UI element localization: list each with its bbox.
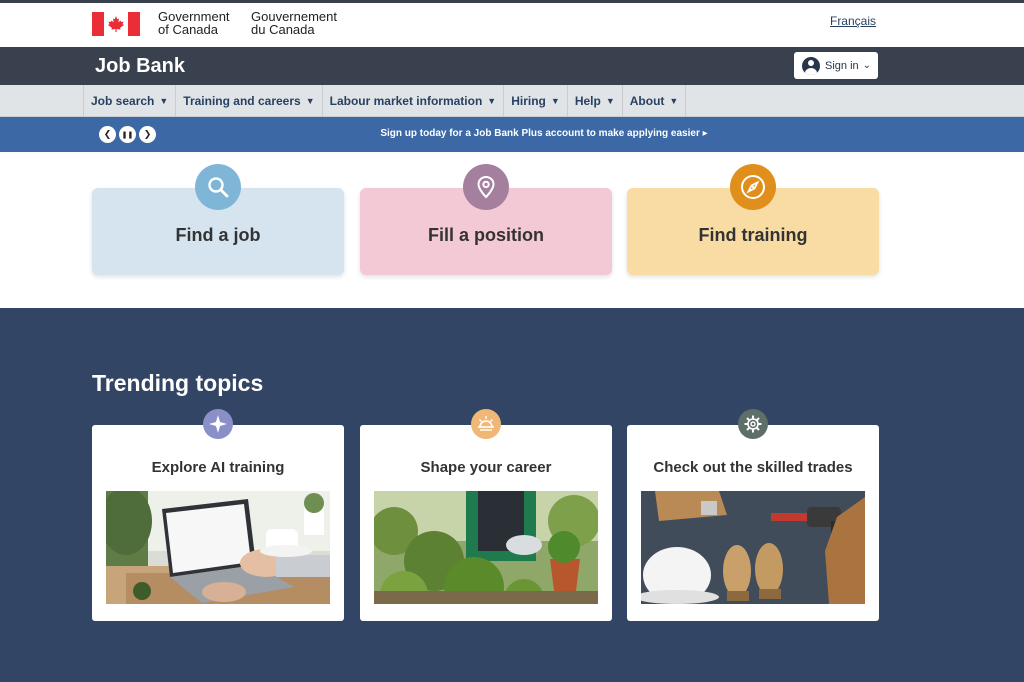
language-toggle-link[interactable]: Français [830,14,876,28]
menu-item-hiring[interactable]: Hiring ▼ [503,85,567,117]
card-label: Find training [698,225,808,245]
user-avatar-icon [802,56,820,75]
canada-flag-logo[interactable] [92,12,140,36]
menu-item-help[interactable]: Help ▼ [566,85,622,117]
chevron-down-icon: ▼ [305,96,315,106]
hero-section: Find a job Fill a position Find training [0,152,1024,309]
location-pin-icon [463,164,509,210]
menu-item-labour-market-information[interactable]: Labour market information ▼ [321,85,504,117]
app-title[interactable]: Job Bank [95,55,185,78]
topic-card-title: Explore AI training [151,459,285,476]
topic-card-shape-your-career[interactable]: Shape your career [360,425,612,621]
laptop-photo [106,491,330,604]
sunrise-icon [471,409,501,439]
promo-carousel: ❮ ❚❚ ❯ Sign up today for a Job Bank Plus… [0,117,1024,152]
main-menu: Job search ▼ Training and careers ▼ Labour… [0,85,1024,117]
topic-card-title: Check out the skilled trades [653,459,853,476]
menu-item-training-and-careers[interactable]: Training and careers ▼ [175,85,321,117]
app-bar: Job Bank Sign in ⌄ [0,47,1024,85]
sparkle-icon [203,409,233,439]
topic-card-ai-training[interactable]: Explore AI training [92,425,344,621]
card-label: Fill a position [428,225,544,245]
compass-icon [730,164,776,210]
gardening-photo [374,491,598,604]
chevron-down-icon: ▼ [159,96,169,106]
card-label: Find a job [175,225,261,245]
menu-item-about[interactable]: About ▼ [621,85,687,117]
trending-title: Trending topics [92,370,264,396]
chevron-down-icon: ▼ [550,96,560,106]
government-header: Government of Canada Gouvernement du Can… [0,3,1024,47]
sign-in-label: Sign in [825,59,859,72]
chevron-down-icon: ▼ [487,96,497,106]
caret-right-icon: ▸ [702,128,708,139]
signature-english: Government of Canada [158,9,230,37]
sign-in-button[interactable]: Sign in ⌄ [794,52,878,79]
gear-icon [738,409,768,439]
trending-topics-section: Trending topics Explore AI training Shap… [0,308,1024,682]
topic-card-skilled-trades[interactable]: Check out the skilled trades [627,425,879,621]
chevron-down-icon: ▼ [605,96,615,106]
topic-card-title: Shape your career [420,459,552,476]
search-icon [195,164,241,210]
trades-tools-photo [641,491,865,604]
promo-link[interactable]: Sign up today for a Job Bank Plus accoun… [0,128,1024,139]
chevron-down-icon: ⌄ [862,60,872,71]
menu-item-job-search[interactable]: Job search ▼ [83,85,175,117]
signature-french: Gouvernement du Canada [251,9,337,37]
chevron-down-icon: ▼ [669,96,679,106]
